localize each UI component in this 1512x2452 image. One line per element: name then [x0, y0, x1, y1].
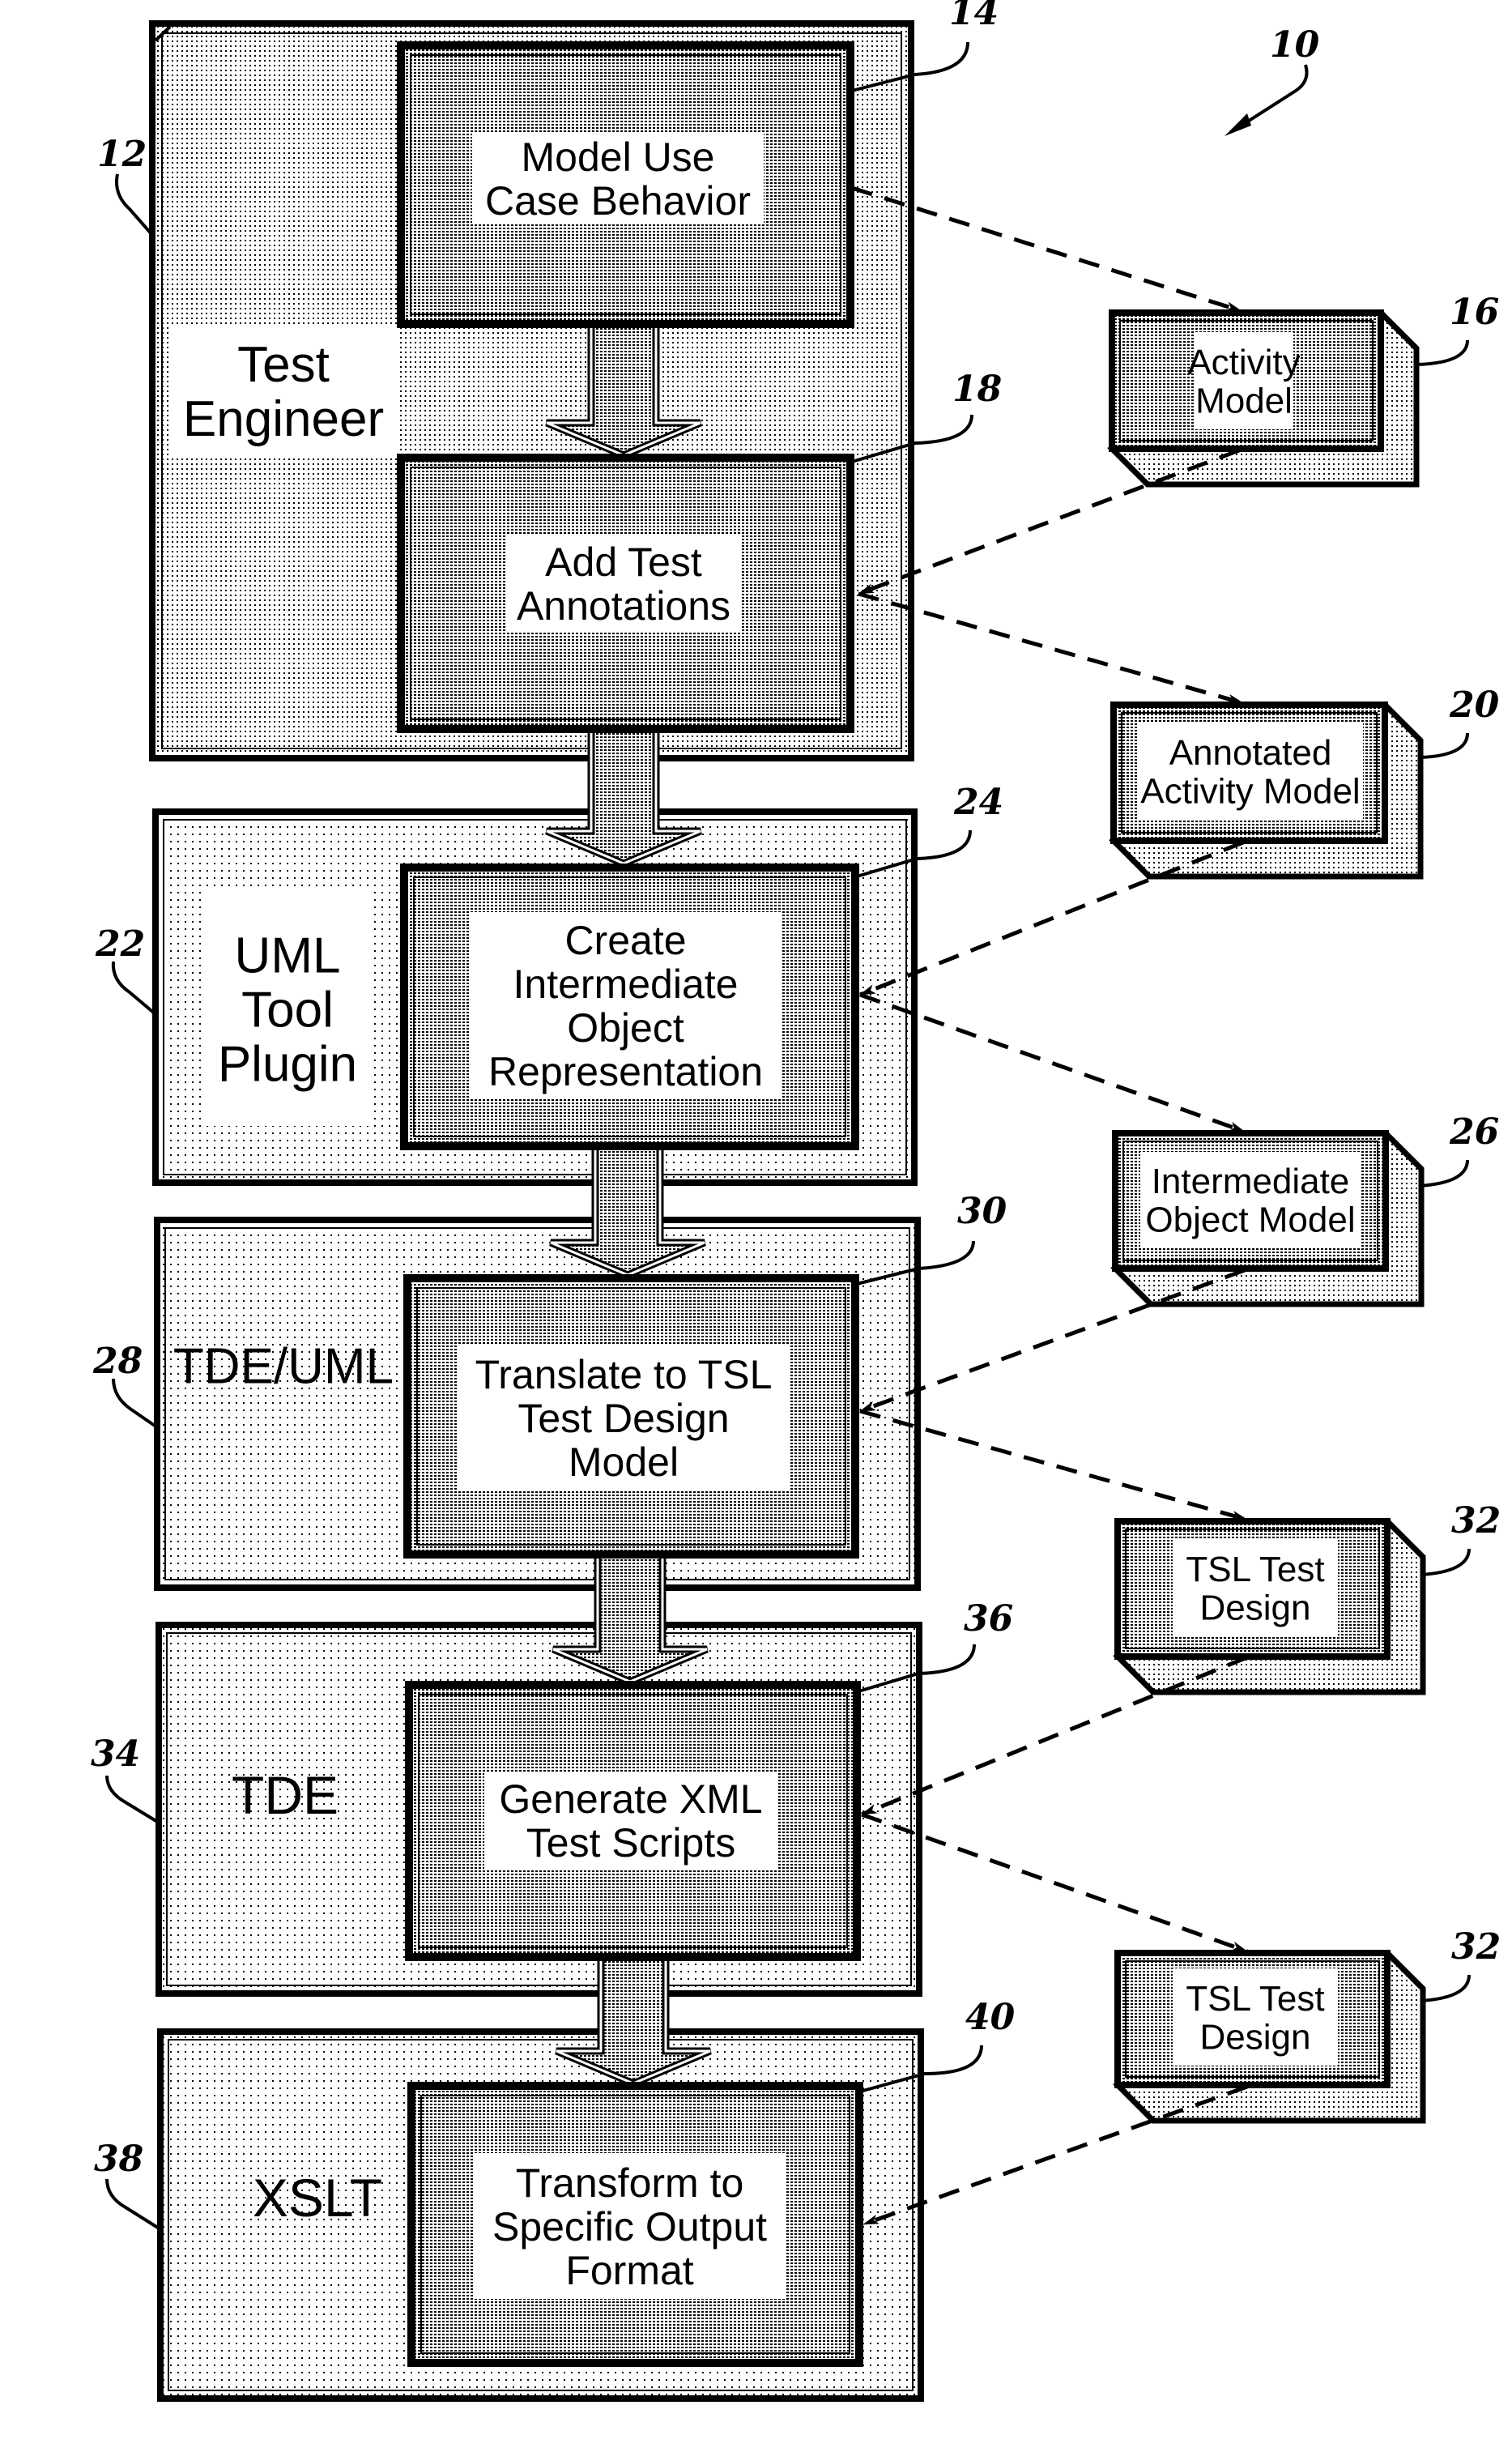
step-label: Generate XML [499, 1776, 762, 1822]
step-label: Transform to [516, 2160, 744, 2206]
leader-line [1416, 339, 1469, 366]
reference-numeral: 32 [1451, 1500, 1501, 1542]
reference-numeral: 34 [91, 1733, 140, 1775]
artifact-label: Model [1195, 382, 1293, 421]
step-label: Model Use [522, 134, 715, 180]
leader-line [1419, 732, 1469, 759]
artifact-label: Activity [1187, 343, 1300, 382]
step-label: Representation [488, 1049, 763, 1094]
reference-numeral: 26 [1449, 1111, 1499, 1153]
reference-numeral: 18 [952, 369, 1002, 410]
reference-numeral: 14 [949, 0, 999, 33]
leader-line [115, 173, 154, 237]
leader-line [1419, 1159, 1469, 1188]
figure-number-pointer: 10 [1225, 24, 1320, 136]
dashed-connector [859, 992, 1246, 1134]
leader-line [105, 1775, 160, 1824]
reference-numeral: 40 [965, 1997, 1016, 2038]
reference-numeral: 30 [957, 1191, 1007, 1232]
arrow-head-icon [1225, 113, 1251, 136]
artifact-label: Activity Model [1140, 772, 1360, 812]
artifact-label: TSL Test [1186, 1550, 1324, 1589]
artifact-label: Intermediate [1152, 1162, 1350, 1201]
leader-line [1420, 1974, 1471, 2002]
step-label: Intermediate [513, 962, 739, 1007]
reference-numeral: 28 [92, 1341, 143, 1382]
step-label: Annotations [517, 583, 730, 629]
lane-label: Plugin [218, 1036, 357, 1092]
lane-label: TDE [232, 1765, 339, 1825]
step-label: Create [564, 918, 686, 963]
reference-numeral: 12 [97, 134, 147, 175]
reference-numeral: 20 [1449, 684, 1500, 726]
artifact-label: Object Model [1145, 1200, 1355, 1240]
reference-numeral: 32 [1451, 1926, 1501, 1968]
lane-label: XSLT [253, 2168, 382, 2228]
artifact-label: Design [1200, 2018, 1311, 2058]
flow-diagram: TestEngineerUMLToolPluginTDE/UMLTDEXSLT … [91, 0, 1501, 2402]
leader-line [112, 1378, 159, 1429]
step-label: Object [567, 1005, 684, 1051]
lane-label: Engineer [183, 391, 384, 447]
leader-line [105, 2178, 162, 2231]
reference-numeral: 22 [95, 923, 145, 965]
artifact-label: TSL Test [1186, 1979, 1324, 2019]
artifact-label: Annotated [1169, 733, 1332, 773]
lane-label: Tool [241, 982, 334, 1038]
reference-numeral: 24 [953, 782, 1003, 823]
step-label: Add Test [545, 539, 702, 585]
step-label: Test Design [517, 1396, 729, 1441]
step-label: Model [569, 1439, 679, 1485]
step-label: Specific Output [492, 2204, 767, 2249]
lane-label: Test [237, 337, 330, 393]
lane-label: UML [235, 927, 341, 983]
step-label: Test Scripts [526, 1820, 735, 1866]
artifact-label: Design [1200, 1588, 1311, 1628]
leader-line [1420, 1548, 1471, 1576]
lane-label: TDE/UML [173, 1338, 394, 1394]
figure-number: 10 [1270, 24, 1320, 66]
step-label: Format [565, 2248, 693, 2293]
dashed-connector [858, 591, 1244, 706]
reference-numeral: 38 [94, 2139, 143, 2180]
step-label: Case Behavior [485, 178, 751, 224]
reference-numeral: 36 [964, 1598, 1013, 1640]
leader-line [111, 961, 157, 1016]
step-label: Translate to TSL [475, 1352, 773, 1397]
reference-numeral: 16 [1450, 292, 1499, 333]
